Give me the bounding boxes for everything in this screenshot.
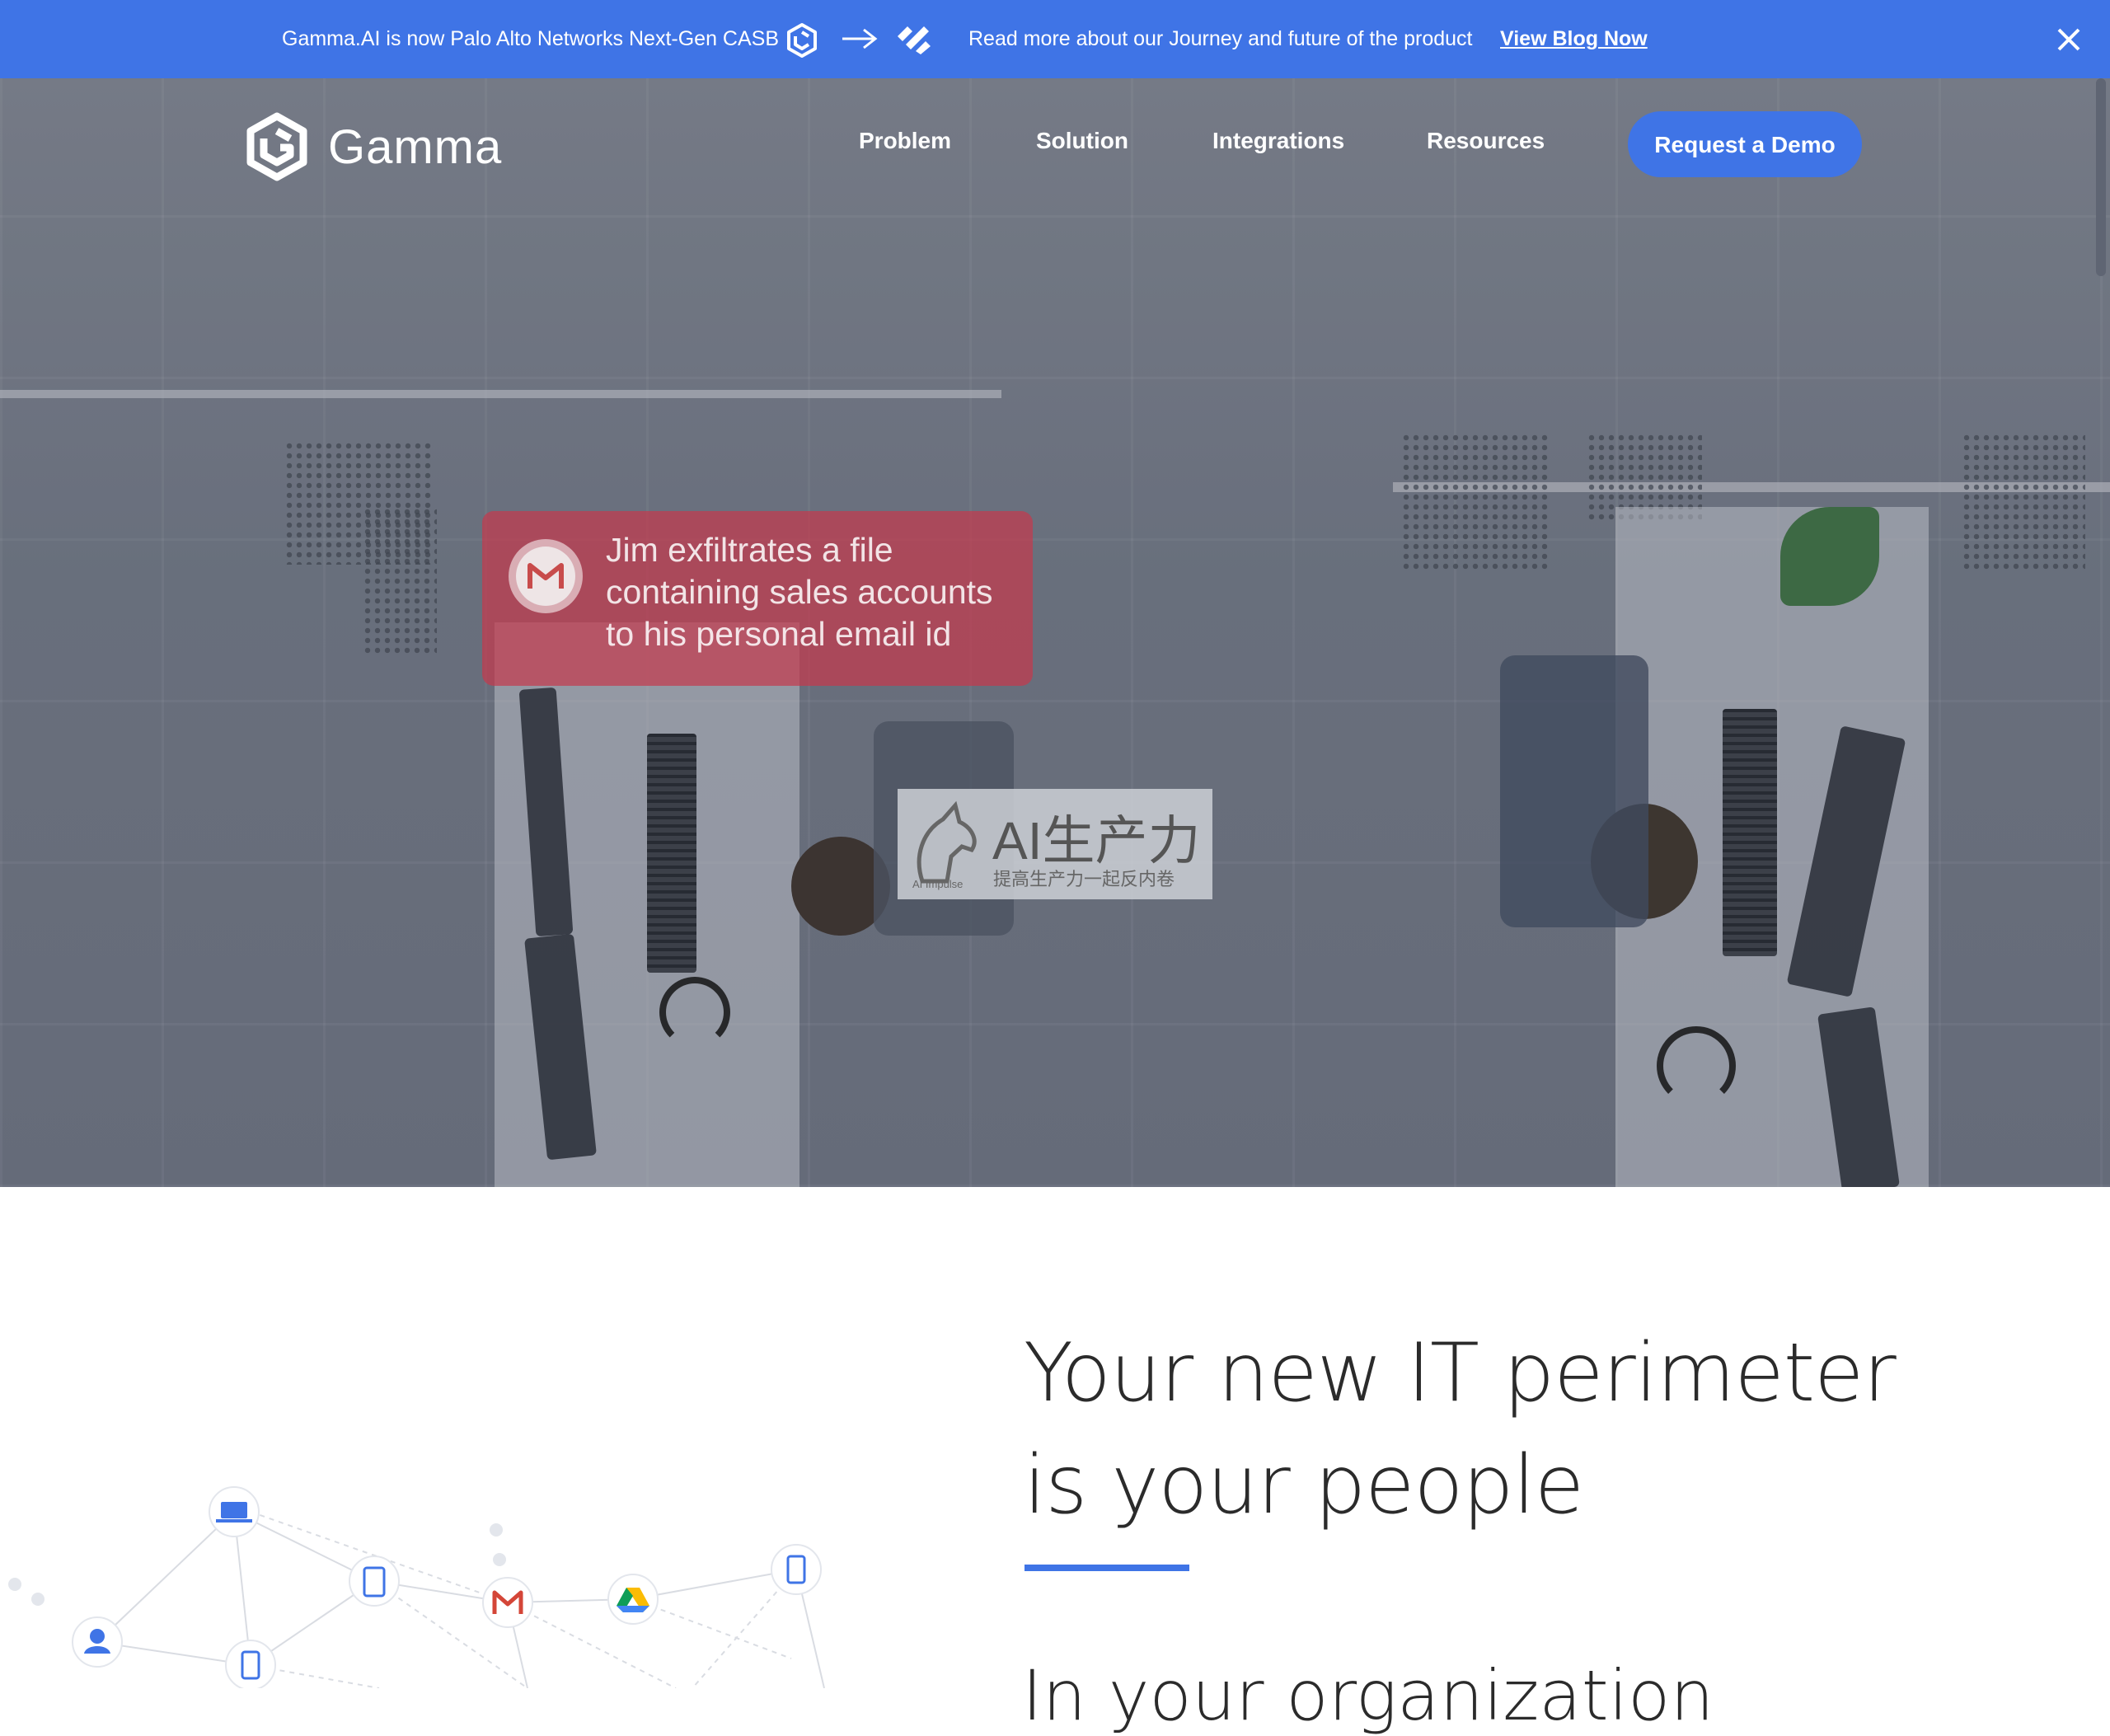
tablet-node-icon (349, 1555, 400, 1607)
scrollbar-thumb[interactable] (2096, 78, 2106, 276)
nav-integrations[interactable]: Integrations (1212, 128, 1344, 154)
people-network-illustration (8, 1486, 825, 1688)
gamma-hexagon-icon (787, 23, 817, 58)
watermark-title: AI生产力 (992, 811, 1201, 870)
section-subheading: In your organization (1022, 1655, 1714, 1736)
announcement-detail: Read more about our Journey and future o… (968, 27, 1473, 50)
watermark-caption: AI Impulse (912, 878, 964, 890)
nav-solution[interactable]: Solution (1036, 128, 1128, 154)
hero-section: Gamma Problem Solution Integrations Reso… (0, 78, 2110, 1187)
palo-alto-logo-icon (898, 26, 931, 54)
headline-underline (1025, 1565, 1189, 1571)
google-drive-node-icon (607, 1574, 659, 1625)
mobile-node-icon (225, 1640, 276, 1688)
arrow-right-icon (842, 28, 878, 49)
nav-problem[interactable]: Problem (859, 128, 951, 154)
gmail-avatar (509, 539, 583, 613)
horse-logo-icon (917, 800, 977, 884)
announcement-message: Gamma.AI is now Palo Alto Networks Next-… (282, 27, 779, 50)
request-demo-button[interactable]: Request a Demo (1628, 111, 1862, 177)
watermark-subtitle: 提高生产力一起反内卷 (993, 869, 1175, 889)
phone-node-icon (771, 1544, 822, 1595)
view-blog-link[interactable]: View Blog Now (1500, 0, 1648, 78)
exfiltration-alert: Jim exfiltrates a file containing sales … (482, 511, 1033, 686)
alert-message: Jim exfiltrates a file containing sales … (606, 531, 993, 653)
gamma-logo[interactable]: Gamma (244, 111, 501, 185)
announcement-bar: Gamma.AI is now Palo Alto Networks Next-… (0, 0, 2110, 78)
laptop-node-icon (209, 1486, 260, 1537)
gmail-node-icon (482, 1577, 533, 1628)
brand-name: Gamma (328, 120, 503, 174)
watermark: AI生产力 提高生产力一起反内卷 AI Impulse (898, 789, 1212, 899)
scrollbar-track[interactable] (2094, 78, 2110, 1688)
user-node-icon (72, 1616, 123, 1668)
gmail-icon (516, 547, 575, 606)
close-icon[interactable] (2052, 23, 2085, 56)
section-headline: Your new IT perimeter is your people (1024, 1326, 1897, 1532)
nav-resources[interactable]: Resources (1427, 128, 1545, 154)
gamma-logo-icon (246, 112, 307, 181)
